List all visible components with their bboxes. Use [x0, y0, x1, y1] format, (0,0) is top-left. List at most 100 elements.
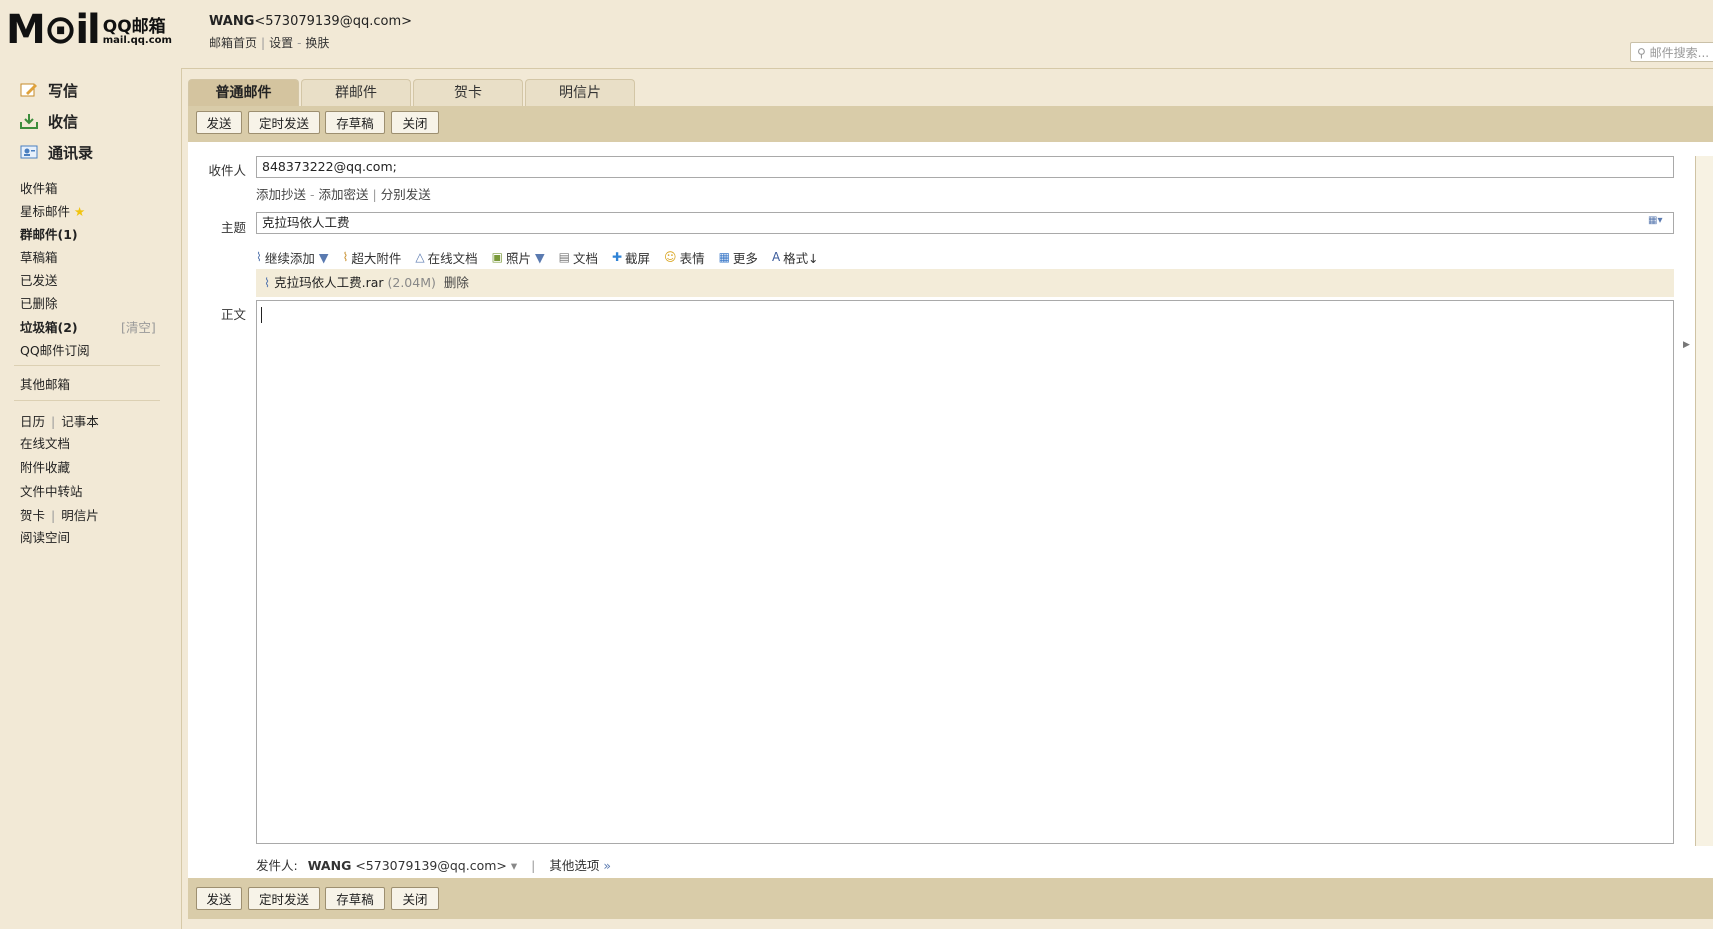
folder-qq-subscription[interactable]: QQ邮件订阅 — [20, 340, 90, 359]
continue-add-button[interactable]: ⌇ 继续添加 ▼ — [256, 248, 329, 267]
document-button[interactable]: ▤ 文档 — [559, 248, 598, 267]
close-button[interactable]: 关闭 — [391, 111, 439, 134]
add-cc-link[interactable]: 添加抄送 — [256, 187, 306, 202]
logo-domain: mail.qq.com — [102, 35, 172, 46]
star-icon: ★ — [74, 204, 86, 219]
send-button[interactable]: 发送 — [196, 111, 242, 134]
reading-space-link[interactable]: 阅读空间 — [20, 527, 70, 546]
large-attachment-button[interactable]: ⌇ 超大附件 — [343, 248, 402, 267]
folder-starred[interactable]: 星标邮件 ★ — [20, 201, 85, 220]
body-editor[interactable] — [256, 300, 1674, 844]
folder-drafts[interactable]: 草稿箱 — [20, 247, 58, 266]
screenshot-icon: ✚ — [611, 250, 623, 264]
folder-group-mail[interactable]: 群邮件(1) — [20, 224, 78, 243]
settings-link[interactable]: 设置 — [269, 36, 293, 50]
user-name: WANG — [209, 14, 255, 29]
text-caret — [261, 307, 262, 323]
tools-calendar-notebook: 日历 | 记事本 — [20, 414, 99, 429]
scheduled-send-button-bottom[interactable]: 定时发送 — [248, 887, 320, 910]
contacts-button[interactable]: 通讯录 — [20, 141, 93, 163]
to-field[interactable]: 848373222@qq.com; — [256, 156, 1674, 178]
right-side-panel[interactable] — [1695, 156, 1713, 846]
sender-label: 发件人: — [256, 858, 298, 873]
sidebar-divider — [14, 365, 160, 366]
format-button[interactable]: A 格式↓ — [772, 248, 819, 267]
emoji-button[interactable]: ☺ 表情 — [664, 248, 705, 267]
add-bcc-link[interactable]: 添加密送 — [319, 187, 369, 202]
grid-icon: ▦ — [718, 250, 730, 264]
photo-icon: ▣ — [491, 250, 503, 264]
calendar-link[interactable]: 日历 — [20, 414, 45, 429]
paperclip-icon: ⌇ — [256, 250, 262, 264]
attachment-toolbar: ⌇ 继续添加 ▼ ⌇ 超大附件 △ 在线文档 ▣ 照片 ▼ ▤ 文档 ✚ 截屏 ☺ 表情 ▦ 更多 … — [256, 247, 833, 267]
separate-send-link[interactable]: 分别发送 — [381, 187, 431, 202]
postcard-link[interactable]: 明信片 — [61, 508, 99, 523]
to-label: 收件人 — [208, 163, 246, 178]
large-attachment-icon: ⌇ — [342, 250, 349, 264]
logo-mail-text: M⊙il — [6, 7, 101, 53]
search-icon: ⚲ — [1637, 46, 1646, 60]
write-button[interactable]: 写信 — [20, 79, 78, 101]
save-draft-button-bottom[interactable]: 存草稿 — [325, 887, 385, 910]
body-label: 正文 — [220, 307, 246, 322]
close-button-bottom[interactable]: 关闭 — [391, 887, 439, 910]
sender-row: 发件人: WANG <573079139@qq.com> ▾ | 其他选项 » — [256, 858, 611, 873]
sender-name[interactable]: WANG — [308, 858, 352, 873]
other-mailbox[interactable]: 其他邮箱 — [20, 374, 70, 393]
attachment-row: ⌇ 克拉玛依人工费.rar (2.04M) 删除 — [256, 269, 1674, 297]
tab-greeting-card[interactable]: 贺卡 — [413, 79, 523, 107]
scheduled-send-button[interactable]: 定时发送 — [248, 111, 320, 134]
more-button[interactable]: ▦ 更多 — [719, 248, 758, 267]
file-transfer-link[interactable]: 文件中转站 — [20, 481, 83, 500]
write-icon — [20, 83, 37, 97]
logo-brand: QQ邮箱 — [102, 17, 166, 37]
mail-home-link[interactable]: 邮箱首页 — [209, 36, 257, 50]
user-email: <573079139@qq.com> — [254, 14, 412, 29]
other-options-link[interactable]: 其他选项 — [549, 858, 599, 873]
tools-card-postcard: 贺卡 | 明信片 — [20, 508, 99, 523]
tab-group-mail[interactable]: 群邮件 — [301, 79, 411, 107]
greeting-card-link[interactable]: 贺卡 — [20, 508, 45, 523]
document-icon: ▤ — [558, 250, 570, 264]
tab-postcard[interactable]: 明信片 — [525, 79, 635, 107]
top-links: 邮箱首页 | 设置 - 换肤 — [209, 36, 330, 50]
user-identity: WANG<573079139@qq.com> — [209, 14, 412, 29]
inbox-button[interactable]: 收信 — [20, 110, 78, 132]
dropdown-arrow-icon[interactable]: ▼ — [535, 250, 545, 265]
online-doc-button[interactable]: △ 在线文档 — [415, 248, 477, 267]
folder-sent[interactable]: 已发送 — [20, 270, 58, 289]
save-draft-button[interactable]: 存草稿 — [325, 111, 385, 134]
empty-spam-link[interactable]: [清空] — [121, 317, 156, 336]
expand-panel-arrow-icon[interactable]: ▶ — [1683, 340, 1690, 350]
recipient-options: 添加抄送 - 添加密送 | 分别发送 — [256, 187, 431, 202]
contacts-icon — [20, 145, 38, 159]
photo-button[interactable]: ▣ 照片 ▼ — [492, 248, 545, 267]
qq-mail-logo[interactable]: M⊙il QQ邮箱 mail.qq.com — [6, 10, 172, 50]
sidebar-divider — [14, 400, 160, 401]
send-button-bottom[interactable]: 发送 — [196, 887, 242, 910]
subject-color-picker-icon[interactable]: ▦▾ — [1648, 215, 1662, 226]
notebook-link[interactable]: 记事本 — [61, 414, 99, 429]
smiley-icon: ☺ — [664, 250, 677, 264]
sender-email[interactable]: <573079139@qq.com> — [355, 858, 507, 873]
tab-normal-mail[interactable]: 普通邮件 — [188, 79, 299, 107]
sender-dropdown-icon[interactable]: ▾ — [511, 858, 517, 873]
paperclip-icon: ⌇ — [264, 275, 271, 290]
folder-spam[interactable]: 垃圾箱(2) — [20, 317, 78, 336]
online-docs-link[interactable]: 在线文档 — [20, 433, 70, 452]
subject-field[interactable]: 克拉玛依人工费 — [256, 212, 1674, 234]
attachment-collection-link[interactable]: 附件收藏 — [20, 457, 70, 476]
font-icon: A — [771, 250, 781, 264]
attachment-name[interactable]: 克拉玛依人工费.rar — [274, 275, 383, 290]
screenshot-button[interactable]: ✚ 截屏 — [612, 248, 650, 267]
online-doc-icon: △ — [415, 250, 425, 264]
search-input[interactable]: ⚲ 邮件搜索... — [1630, 42, 1713, 62]
folder-inbox[interactable]: 收件箱 — [20, 178, 58, 197]
chevron-down-icon[interactable]: » — [603, 858, 611, 873]
dropdown-arrow-icon[interactable]: ▼ — [319, 250, 329, 265]
subject-label: 主题 — [220, 220, 246, 235]
attachment-delete-link[interactable]: 删除 — [444, 275, 469, 290]
skin-link[interactable]: 换肤 — [305, 36, 329, 50]
folder-deleted[interactable]: 已删除 — [20, 293, 58, 312]
inbox-download-icon — [20, 114, 38, 129]
